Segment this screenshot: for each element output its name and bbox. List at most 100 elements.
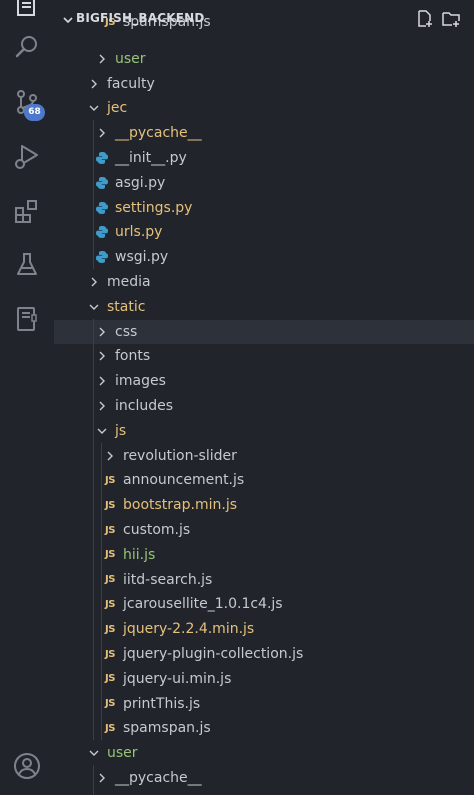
folder-row[interactable]: static: [54, 295, 474, 319]
folder-row[interactable]: faculty: [54, 72, 474, 96]
file-tree: JS spamspan.js user faculty jec __pycache__ __…: [54, 0, 474, 795]
explorer-files-icon[interactable]: [13, 0, 41, 20]
tree-item-label: printThis.js: [123, 695, 201, 712]
tree-item-label: js: [115, 422, 127, 439]
tree-item-label: __pycache__: [115, 125, 202, 142]
tree-item-label: jec: [107, 100, 128, 117]
chevron-right-icon[interactable]: [96, 350, 108, 362]
file-row[interactable]: wsgi.py: [54, 245, 474, 269]
folder-row[interactable]: __pycache__: [54, 121, 474, 145]
tree-item-label: static: [107, 298, 146, 315]
python-file-icon: [94, 200, 110, 216]
chevron-down-icon[interactable]: [88, 747, 100, 759]
python-file-icon: [94, 249, 110, 265]
file-row[interactable]: settings.py: [54, 196, 474, 220]
tree-item-label: images: [115, 373, 166, 390]
tree-item-label: hii.js: [123, 546, 156, 563]
javascript-file-icon: JS: [105, 524, 115, 536]
new-file-icon[interactable]: [416, 10, 434, 28]
folder-row[interactable]: js: [54, 419, 474, 443]
chevron-down-icon[interactable]: [62, 14, 74, 26]
file-row[interactable]: JS spamspan.js: [54, 716, 474, 740]
file-row[interactable]: JS hii.js: [54, 543, 474, 567]
chevron-down-icon[interactable]: [88, 102, 100, 114]
account-icon[interactable]: [13, 752, 41, 780]
tree-item-label: announcement.js: [123, 472, 245, 489]
workspace-title: BIGFISH_BACKEND: [76, 11, 205, 25]
javascript-file-icon: JS: [105, 673, 115, 685]
file-row[interactable]: asgi.py: [54, 171, 474, 195]
file-row[interactable]: urls.py: [54, 220, 474, 244]
file-row[interactable]: JS custom.js: [54, 518, 474, 542]
tree-item-label: iitd-search.js: [123, 571, 213, 588]
javascript-file-icon: JS: [105, 574, 115, 586]
tree-item-label: urls.py: [115, 224, 163, 241]
tree-item-label: jquery-ui.min.js: [123, 670, 232, 687]
file-row[interactable]: JS printThis.js: [54, 692, 474, 716]
remote-explorer-icon[interactable]: [13, 305, 41, 333]
tree-item-label: jcarousellite_1.0.1c4.js: [123, 596, 283, 613]
explorer-header[interactable]: BIGFISH_BACKEND: [54, 0, 474, 38]
run-debug-icon[interactable]: [13, 143, 41, 171]
chevron-right-icon[interactable]: [88, 276, 100, 288]
folder-row[interactable]: __pycache__: [54, 766, 474, 790]
file-row[interactable]: JS iitd-search.js: [54, 568, 474, 592]
python-file-icon: [94, 175, 110, 191]
folder-row[interactable]: media: [54, 270, 474, 294]
javascript-file-icon: JS: [105, 648, 115, 660]
javascript-file-icon: JS: [105, 499, 115, 511]
search-icon[interactable]: [13, 33, 41, 61]
tree-item-label: includes: [115, 398, 174, 414]
testing-flask-icon[interactable]: [13, 251, 41, 279]
tree-item-label: custom.js: [123, 522, 191, 538]
tree-item-label: spamspan.js: [123, 720, 211, 737]
folder-row[interactable]: user: [54, 47, 474, 71]
chevron-right-icon[interactable]: [96, 127, 108, 139]
chevron-right-icon[interactable]: [96, 400, 108, 412]
folder-row[interactable]: user: [54, 741, 474, 765]
file-row[interactable]: JS announcement.js: [54, 468, 474, 492]
source-control-badge: 68: [24, 104, 45, 121]
file-row[interactable]: JS jquery-2.2.4.min.js: [54, 617, 474, 641]
folder-row[interactable]: revolution-slider: [54, 444, 474, 468]
tree-item-label: fonts: [115, 348, 151, 365]
file-row[interactable]: JS jcarousellite_1.0.1c4.js: [54, 592, 474, 616]
file-row[interactable]: JS jquery-ui.min.js: [54, 667, 474, 691]
file-row[interactable]: JS jquery-plugin-collection.js: [54, 642, 474, 666]
javascript-file-icon: JS: [105, 698, 115, 710]
chevron-right-icon[interactable]: [104, 450, 116, 462]
chevron-right-icon[interactable]: [88, 78, 100, 90]
javascript-file-icon: JS: [105, 598, 115, 610]
javascript-file-icon: JS: [105, 549, 115, 561]
extensions-icon[interactable]: [13, 198, 41, 226]
chevron-down-icon[interactable]: [96, 425, 108, 437]
chevron-right-icon[interactable]: [96, 772, 108, 784]
tree-item-label: revolution-slider: [123, 447, 237, 464]
chevron-right-icon[interactable]: [96, 326, 108, 338]
folder-row[interactable]: includes: [54, 394, 474, 418]
chevron-down-icon[interactable]: [88, 301, 100, 313]
tree-item-label: media: [107, 274, 151, 290]
file-row[interactable]: __init__.py: [54, 146, 474, 170]
folder-row[interactable]: fonts: [54, 344, 474, 368]
tree-item-label: __init__.py: [115, 150, 187, 166]
new-folder-icon[interactable]: [442, 10, 460, 28]
javascript-file-icon: JS: [105, 474, 115, 486]
file-row[interactable]: JS bootstrap.min.js: [54, 493, 474, 517]
tree-item-label: __pycache__: [115, 770, 202, 786]
indent-guide: [93, 765, 94, 795]
python-file-icon: [94, 150, 110, 166]
indent-guide: [93, 120, 94, 270]
chevron-right-icon[interactable]: [96, 375, 108, 387]
indent-guide: [101, 442, 102, 741]
javascript-file-icon: JS: [105, 623, 115, 635]
tree-item-label: css: [115, 323, 138, 340]
folder-row[interactable]: css: [54, 319, 474, 344]
python-file-icon: [94, 224, 110, 240]
tree-item-label: faculty: [107, 75, 155, 92]
folder-row[interactable]: images: [54, 369, 474, 393]
explorer-panel: JS spamspan.js user faculty jec __pycache__ __…: [54, 0, 474, 795]
folder-row[interactable]: jec: [54, 96, 474, 120]
tree-item-label: jquery-plugin-collection.js: [123, 646, 304, 662]
chevron-right-icon[interactable]: [96, 53, 108, 65]
